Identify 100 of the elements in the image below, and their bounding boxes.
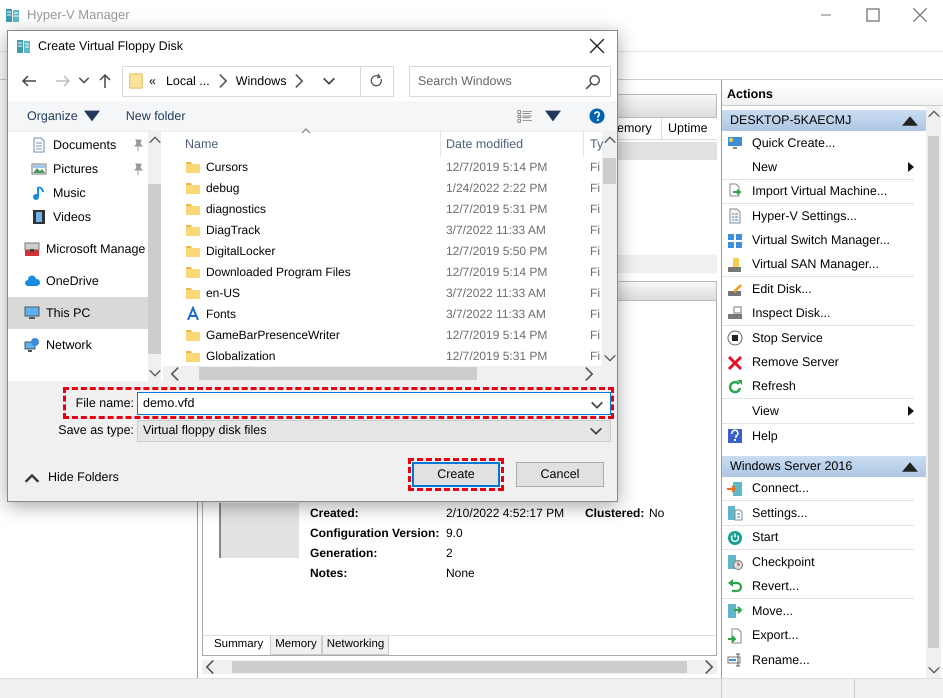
menu-item[interactable]: Rename... [722,648,914,672]
file-name[interactable]: Fonts [163,304,441,322]
vertical-scrollbar[interactable] [602,132,617,366]
hide-folders-button[interactable]: Hide Folders [18,467,125,488]
server-arrow-icon [727,603,743,620]
menu-item[interactable]: Edit Disk... [722,277,914,302]
nav-item[interactable]: Network [8,329,148,361]
computer-icon [24,305,40,321]
vertical-scrollbar[interactable] [926,106,941,678]
file-name[interactable]: Downloaded Program Files [163,262,441,280]
file-name[interactable]: DiagTrack [163,220,441,238]
breadcrumb[interactable]: Windows [236,72,286,90]
tab[interactable]: Memory [270,636,322,655]
menu-item[interactable]: Export... [722,623,914,648]
column-header[interactable]: Uptime [661,118,717,139]
menu-item[interactable]: Refresh [722,374,914,400]
music-icon [31,185,47,201]
scrollbar-thumb[interactable] [603,158,616,184]
nav-item[interactable]: Music [8,181,148,205]
organize-button[interactable]: Organize [25,104,102,128]
menu-item[interactable]: Quick Create... [722,131,914,156]
file-name[interactable]: debug [163,178,441,196]
menu-item[interactable]: Start [722,526,914,550]
file-type: Fi [589,222,600,238]
dialog-title: Create Virtual Floppy Disk [38,38,183,55]
list-view-icon [517,108,533,124]
file-name[interactable]: en-US [163,284,441,302]
document-arrow-icon [727,183,743,200]
help-button[interactable] [587,106,607,126]
date-modified: 12/7/2019 5:31 PM [445,200,548,218]
caret-icon [84,108,100,124]
nav-item[interactable]: Microsoft Manage [8,233,148,265]
nav-item[interactable]: Videos [8,205,148,229]
drive-icon [727,256,743,273]
date-modified: 1/24/2022 2:22 PM [445,180,548,196]
cloud-icon [24,273,40,289]
close-icon [727,354,743,371]
menu-item[interactable]: Import Virtual Machine... [722,180,914,204]
menu-item[interactable]: Virtual SAN Manager... [722,252,914,278]
group-header[interactable]: Windows Server 2016 [722,456,926,478]
stop-icon [727,330,743,346]
menu-item[interactable]: New [722,155,914,180]
menu-item[interactable]: Inspect Disk... [722,302,914,326]
nav-item[interactable]: This PC [8,297,148,329]
help-icon [727,428,743,444]
menu-item[interactable]: View [722,399,914,424]
network-icon [24,337,40,353]
menu-item[interactable]: Help [722,424,914,448]
field-value: 2/10/2022 4:52:17 PM [446,505,566,522]
menu-item[interactable]: Move... [722,599,914,624]
date-modified: 12/7/2019 5:14 PM [445,158,548,176]
date-modified: 12/7/2019 5:14 PM [445,264,548,280]
group-header[interactable]: DESKTOP-5KAECMJ [722,110,926,131]
menu-item[interactable]: Virtual Switch Manager... [722,228,914,253]
search-field[interactable]: Search Windows [409,66,611,96]
file-name[interactable]: Globalization [163,346,441,364]
overflow-chevrons[interactable]: « [149,72,156,90]
address-bar[interactable]: « Local ... Windows [122,66,394,96]
nav-item[interactable]: Documents [8,133,148,157]
field-value: 9.0 [446,525,464,542]
file-name[interactable]: GameBarPresenceWriter [163,326,441,344]
monitor-icon [727,135,743,152]
window-title: Hyper-V Manager [27,6,130,24]
caret-icon [545,108,561,124]
date-modified: 3/7/2022 11:33 AM [445,222,547,238]
file-name[interactable]: Cursors [163,158,441,176]
dialog-button[interactable]: Cancel [516,462,604,487]
nav-item[interactable]: Pictures [8,157,148,181]
server-icon [16,38,32,54]
file-name[interactable]: diagnostics [163,200,441,218]
rename-icon [727,652,743,668]
menu-item[interactable]: Remove Server [722,350,914,375]
menu-item[interactable]: Checkpoint [722,550,914,575]
menu-item[interactable]: Connect... [722,477,914,502]
column-header[interactable]: Name [163,132,441,156]
vertical-scrollbar[interactable] [148,132,161,381]
minimize-icon [820,14,832,16]
file-name[interactable]: DigitalLocker [163,242,441,260]
grid-icon [727,232,743,249]
up-arrow-icon [97,73,113,89]
menu-item[interactable]: Settings... [722,501,914,526]
disk-icon [727,305,743,322]
nav-item[interactable]: OneDrive [8,265,148,297]
font-folder-icon [185,306,201,322]
field-label: Configuration Version: [310,525,440,542]
horizontal-scrollbar[interactable] [163,366,617,381]
menu-item[interactable]: Revert... [722,574,914,600]
dialog-button[interactable]: Create [412,462,500,487]
menu-item[interactable]: Hyper-V Settings... [722,204,914,229]
breadcrumb[interactable]: Local ... [166,72,210,90]
sort-icon [301,128,311,134]
document-arrow-icon [727,628,743,644]
file-name-field[interactable]: demo.vfd [137,392,611,414]
column-header[interactable]: Date modified [441,132,584,156]
new-folder-button[interactable]: New folder [124,104,188,128]
horizontal-scrollbar[interactable] [202,660,717,674]
tab[interactable]: Networking [322,636,390,655]
date-modified: 3/7/2022 11:33 AM [445,306,547,322]
menu-item[interactable]: Stop Service [722,326,914,351]
save-type-dropdown[interactable]: Virtual floppy disk files [137,420,611,442]
